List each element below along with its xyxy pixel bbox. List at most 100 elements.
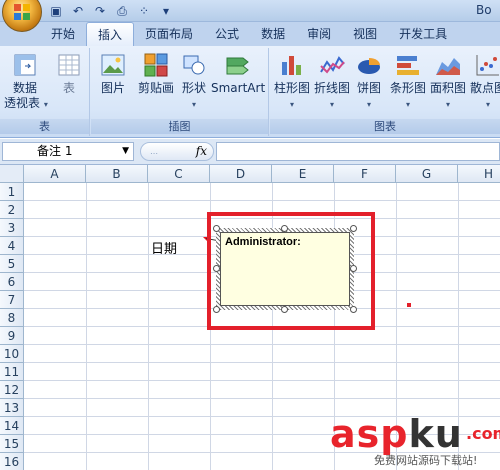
table-button[interactable]: 表: [52, 52, 86, 96]
column-header-d[interactable]: D: [210, 165, 272, 183]
line-chart-label: 折线图: [313, 81, 350, 95]
scatter-chart-label: 散点图: [469, 81, 500, 95]
row-header-8[interactable]: 8: [0, 309, 24, 327]
print-preview-icon[interactable]: ⎙: [114, 3, 130, 19]
column-header-b[interactable]: B: [86, 165, 148, 183]
column-header-a[interactable]: A: [24, 165, 86, 183]
window-title: Bo: [476, 3, 492, 17]
row-header-14[interactable]: 14: [0, 417, 24, 435]
pie-chart-button[interactable]: 饼图 ▾: [354, 52, 384, 110]
tab-view[interactable]: 视图: [342, 22, 388, 46]
formula-controls: ⋯ fx: [140, 142, 214, 161]
chevron-down-icon: ▾: [329, 100, 334, 109]
row-header-1[interactable]: 1: [0, 183, 24, 201]
picture-button[interactable]: 图片: [95, 52, 131, 96]
smartart-label: SmartArt: [211, 81, 266, 95]
row-header-13[interactable]: 13: [0, 399, 24, 417]
customize-qat-icon[interactable]: ▾: [158, 3, 174, 19]
chevron-down-icon[interactable]: ▼: [122, 143, 129, 160]
formula-input[interactable]: [216, 142, 500, 161]
chevron-down-icon: ▾: [191, 100, 196, 109]
formula-bar: 备注 1 ▼ ⋯ fx: [0, 139, 500, 165]
column-header-h[interactable]: H: [458, 165, 500, 183]
tab-page-layout[interactable]: 页面布局: [134, 22, 204, 46]
group-illustrations: 图片 剪贴画 形状 ▾ SmartArt 插图: [91, 48, 269, 136]
shapes-button[interactable]: 形状 ▾: [179, 52, 209, 110]
chevron-down-icon: ▾: [445, 100, 450, 109]
highlight-box: [207, 212, 375, 330]
tab-formulas[interactable]: 公式: [204, 22, 250, 46]
redo-icon[interactable]: ↷: [92, 3, 108, 19]
quick-access-toolbar: ▣ ↶ ↷ ⎙ ⁘ ▾: [48, 3, 174, 19]
group-label-tables: 表: [0, 119, 89, 134]
row-header-10[interactable]: 10: [0, 345, 24, 363]
office-logo-icon: [14, 4, 32, 22]
area-chart-icon: [436, 58, 460, 75]
group-tables: 数据 透视表 ▾ 表 表: [0, 48, 90, 136]
row-header-15[interactable]: 15: [0, 435, 24, 453]
cell-c4[interactable]: 日期: [151, 238, 177, 257]
line-chart-icon: [320, 56, 345, 74]
scatter-chart-button[interactable]: 散点图 ▾: [468, 52, 500, 110]
row-header-5[interactable]: 5: [0, 255, 24, 273]
group-label-charts: 图表: [270, 119, 500, 134]
chevron-down-icon: ▾: [43, 100, 48, 109]
gridline: [24, 362, 500, 363]
column-header-e[interactable]: E: [272, 165, 334, 183]
resize-handle-icon[interactable]: ⋯: [150, 149, 159, 158]
gridline: [24, 398, 500, 399]
picture-icon: [101, 54, 125, 76]
clipart-button[interactable]: 剪贴画: [135, 52, 177, 96]
red-marker: [407, 303, 411, 307]
save-icon[interactable]: ▣: [48, 3, 64, 19]
name-box-value: 备注 1: [37, 144, 73, 158]
pivot-label-2: 透视表: [4, 96, 41, 110]
row-header-11[interactable]: 11: [0, 363, 24, 381]
column-chart-icon: [282, 56, 301, 75]
row-header-12[interactable]: 12: [0, 381, 24, 399]
tab-home[interactable]: 开始: [40, 22, 86, 46]
column-chart-label: 柱形图: [273, 81, 310, 95]
bar-chart-icon: [397, 56, 419, 75]
smartart-button[interactable]: SmartArt: [211, 52, 265, 96]
scatter-chart-icon: [476, 55, 499, 76]
row-header-3[interactable]: 3: [0, 219, 24, 237]
watermark-tld: .com: [466, 424, 500, 443]
tab-data[interactable]: 数据: [250, 22, 296, 46]
pie-chart-icon: [358, 58, 380, 74]
tab-insert[interactable]: 插入: [86, 22, 135, 46]
row-header-9[interactable]: 9: [0, 327, 24, 345]
column-header-g[interactable]: G: [396, 165, 458, 183]
column-header-c[interactable]: C: [148, 165, 210, 183]
pivot-table-button[interactable]: 数据 透视表 ▾: [4, 52, 48, 112]
area-chart-button[interactable]: 面积图 ▾: [428, 52, 468, 110]
row-header-4[interactable]: 4: [0, 237, 24, 255]
pivot-label-1: 数据: [12, 81, 37, 95]
row-header-7[interactable]: 7: [0, 291, 24, 309]
ribbon-tabs: 开始 插入 页面布局 公式 数据 审阅 视图 开发工具: [0, 22, 500, 46]
name-box[interactable]: 备注 1 ▼: [2, 142, 134, 161]
group-label-illustrations: 插图: [91, 119, 268, 134]
row-header-6[interactable]: 6: [0, 273, 24, 291]
shapes-label: 形状: [181, 81, 206, 95]
column-header-f[interactable]: F: [334, 165, 396, 183]
column-chart-button[interactable]: 柱形图 ▾: [272, 52, 312, 110]
tab-review[interactable]: 审阅: [296, 22, 342, 46]
smartart-icon: [226, 57, 249, 75]
watermark-logo: aspku .com 免费网站源码下载站!: [328, 412, 500, 470]
undo-icon[interactable]: ↶: [70, 3, 86, 19]
insert-function-icon[interactable]: fx: [196, 144, 207, 158]
gridline: [24, 344, 500, 345]
pie-chart-label: 饼图: [356, 81, 381, 95]
select-all-button[interactable]: [0, 165, 24, 183]
line-chart-button[interactable]: 折线图 ▾: [312, 52, 352, 110]
group-charts: 柱形图 ▾ 折线图 ▾ 饼图 ▾ 条形图 ▾ 面积图 ▾ 散点图 ▾ 图表: [270, 48, 500, 136]
pivot-table-icon: [14, 54, 36, 76]
selection-icon[interactable]: ⁘: [136, 3, 152, 19]
clipart-label: 剪贴画: [137, 81, 174, 95]
row-header-16[interactable]: 16: [0, 453, 24, 470]
bar-chart-button[interactable]: 条形图 ▾: [388, 52, 428, 110]
tab-developer[interactable]: 开发工具: [388, 22, 458, 46]
area-chart-label: 面积图: [429, 81, 466, 95]
row-header-2[interactable]: 2: [0, 201, 24, 219]
